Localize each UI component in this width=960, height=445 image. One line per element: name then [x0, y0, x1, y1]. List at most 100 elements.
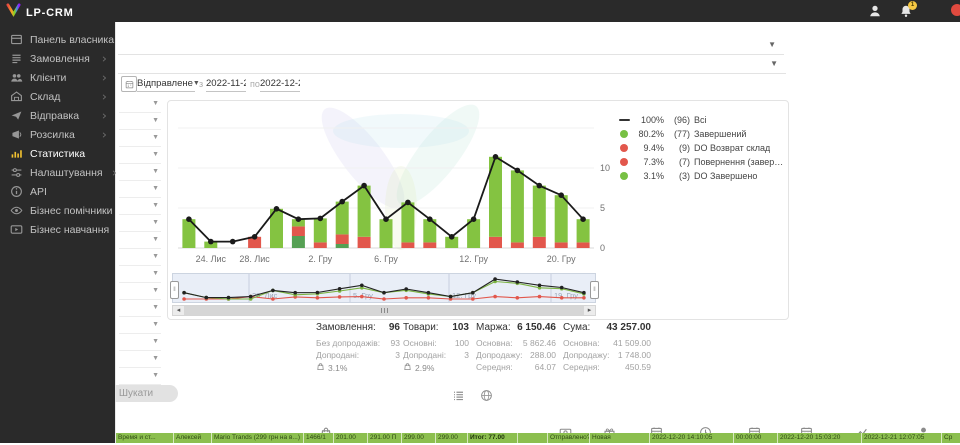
chevron-down-icon: ▼: [152, 134, 159, 141]
side-filter-select-9[interactable]: ▼: [119, 232, 161, 249]
topbar: LP-CRM 1: [0, 0, 960, 22]
main-content: ▼ ▼ Відправлене ▼ з по ▼▼▼▼▼▼▼▼▼▼▼▼▼▼▼▼▼…: [115, 22, 960, 443]
legend-item-3[interactable]: 9.4%(9)DO Возврат склад: [618, 141, 786, 155]
scroll-right-button[interactable]: ▸: [584, 306, 595, 315]
summary-title: Сума:43 257.00: [563, 322, 651, 333]
svg-text:19. Гру: 19. Гру: [554, 291, 578, 300]
table-cell: Новая: [590, 433, 650, 443]
sidebar-item-sliders[interactable]: Налаштування: [0, 163, 115, 182]
chevron-down-icon: ▼: [152, 253, 159, 260]
legend-count: (3): [668, 171, 690, 181]
orders-chart-plot[interactable]: 24. Лис28. Лис2. Гру6. Гру12. Гру20. Гру…: [170, 105, 622, 278]
sidebar-item-orders[interactable]: Замовлення: [0, 49, 115, 68]
legend-swatch-icon: [618, 158, 630, 166]
legend-item-5[interactable]: 3.1%(3)DO Завершено: [618, 169, 786, 183]
side-filter-select-1[interactable]: ▼: [119, 96, 161, 113]
chevron-down-icon: ▼: [152, 151, 159, 158]
clients-icon: [10, 71, 23, 84]
side-filter-select-8[interactable]: ▼: [119, 215, 161, 232]
sidebar-item-send[interactable]: Відправка: [0, 106, 115, 125]
summary-row: Середня:450.59: [563, 361, 651, 373]
sidebar-item-clients[interactable]: Клієнти: [0, 68, 115, 87]
chevron-down-icon: ▼: [152, 236, 159, 243]
panel-icon: [10, 33, 23, 46]
summary-row: Основні:100: [403, 337, 469, 349]
orders-icon: [10, 52, 23, 65]
filter-select-2[interactable]: ▼: [118, 55, 786, 74]
legend-count: (9): [668, 143, 690, 153]
table-cell: Время и ст...: [116, 433, 174, 443]
summary-title: Товари:103: [403, 322, 469, 333]
side-filter-select-11[interactable]: ▼: [119, 266, 161, 283]
date-to-input[interactable]: [260, 75, 300, 92]
side-filter-select-3[interactable]: ▼: [119, 130, 161, 147]
chart-type-globe-button[interactable]: [480, 389, 494, 403]
chevron-down-icon: ▼: [152, 100, 159, 107]
sidebar-item-info[interactable]: API: [0, 182, 115, 201]
scroll-left-button[interactable]: ◂: [173, 306, 184, 315]
side-filter-select-4[interactable]: ▼: [119, 147, 161, 164]
table-cell: 201.00: [334, 433, 368, 443]
upsell-badge: 2.9%: [403, 362, 469, 373]
navigator-handle-right[interactable]: ‖: [590, 281, 599, 299]
side-filter-select-14[interactable]: ▼: [119, 317, 161, 334]
brand: LP-CRM: [6, 3, 74, 22]
summary-title: Замовлення:96: [316, 322, 400, 333]
video-icon: [10, 223, 23, 236]
chart-type-table-button[interactable]: [452, 389, 466, 403]
calendar-button[interactable]: [121, 76, 137, 92]
table-row[interactable]: Время и ст...АлексейMario Trands (299 гр…: [116, 433, 960, 443]
side-filter-select-6[interactable]: ▼: [119, 181, 161, 198]
status-dot-icon[interactable]: [951, 4, 960, 16]
side-filter-select-2[interactable]: ▼: [119, 113, 161, 130]
chevron-down-icon: ▼: [770, 59, 778, 68]
sidebar-item-warehouse[interactable]: Склад: [0, 87, 115, 106]
side-filter-select-15[interactable]: ▼: [119, 334, 161, 351]
navigator-handle-left[interactable]: ‖: [170, 281, 179, 299]
summary-title: Маржа:6 150.46: [476, 322, 556, 333]
sidebar-item-label: Налаштування: [30, 167, 103, 179]
date-from-input[interactable]: [206, 75, 246, 92]
legend-item-2[interactable]: 80.2%(77)Завершений: [618, 127, 786, 141]
legend-item-4[interactable]: 7.3%(7)Повернення (завершений): [618, 155, 786, 169]
svg-text:0: 0: [600, 243, 605, 253]
scrollbar-thumb[interactable]: [184, 306, 584, 315]
date-type-select[interactable]: Відправлене ▼: [137, 75, 195, 92]
chevron-down-icon: ▼: [152, 270, 159, 277]
sidebar-item-megaphone[interactable]: Розсилка: [0, 125, 115, 144]
chevron-down-icon: ▼: [152, 117, 159, 124]
legend-item-1[interactable]: 100%(96)Всі: [618, 113, 786, 127]
side-filter-select-16[interactable]: ▼: [119, 351, 161, 368]
table-cell: 00:00:00: [734, 433, 778, 443]
sidebar-item-panel[interactable]: Панель власника: [0, 30, 115, 49]
side-filter-select-5[interactable]: ▼: [119, 164, 161, 181]
sidebar-item-label: Замовлення: [30, 53, 90, 65]
chevron-down-icon: ▼: [768, 40, 776, 49]
date-filter-row: Відправлене ▼ з по: [116, 74, 516, 96]
side-filter-select-12[interactable]: ▼: [119, 283, 161, 300]
table-cell: Алексей: [174, 433, 212, 443]
side-filter-column: ▼▼▼▼▼▼▼▼▼▼▼▼▼▼▼▼▼▼: [119, 96, 161, 402]
summary-row: Допродані:3: [403, 349, 469, 361]
chart-navigator[interactable]: 28. Лис5. Гру12. Гру19. Гру ‖ ‖: [172, 273, 596, 303]
brand-name: LP-CRM: [26, 7, 74, 19]
user-icon[interactable]: [868, 4, 882, 18]
sidebar-item-video[interactable]: Бізнес навчання: [0, 220, 115, 239]
side-filter-select-7[interactable]: ▼: [119, 198, 161, 215]
chart-legend: 100%(96)Всі80.2%(77)Завершений9.4%(9)DO …: [618, 113, 786, 183]
chevron-down-icon: ▼: [152, 304, 159, 311]
side-filter-select-10[interactable]: ▼: [119, 249, 161, 266]
legend-percent: 3.1%: [634, 171, 664, 181]
filter-select-1[interactable]: ▼: [118, 36, 784, 55]
side-filter-select-13[interactable]: ▼: [119, 300, 161, 317]
summary-column-3: Маржа:6 150.46Основна:5 862.46Допродажу:…: [476, 322, 556, 373]
summary-row: Допродані:3: [316, 349, 400, 361]
side-filter-select-17[interactable]: ▼: [119, 368, 161, 385]
summary-row: Середня:64.07: [476, 361, 556, 373]
stats-icon: [10, 147, 23, 160]
summary-column-4: Сума:43 257.00Основна:41 509.00Допродажу…: [563, 322, 651, 373]
svg-text:5: 5: [600, 203, 605, 213]
legend-label: DO Возврат склад: [694, 143, 770, 153]
sidebar-item-eye[interactable]: Бізнес помічники: [0, 201, 115, 220]
sidebar-item-stats[interactable]: Статистика: [0, 144, 115, 163]
